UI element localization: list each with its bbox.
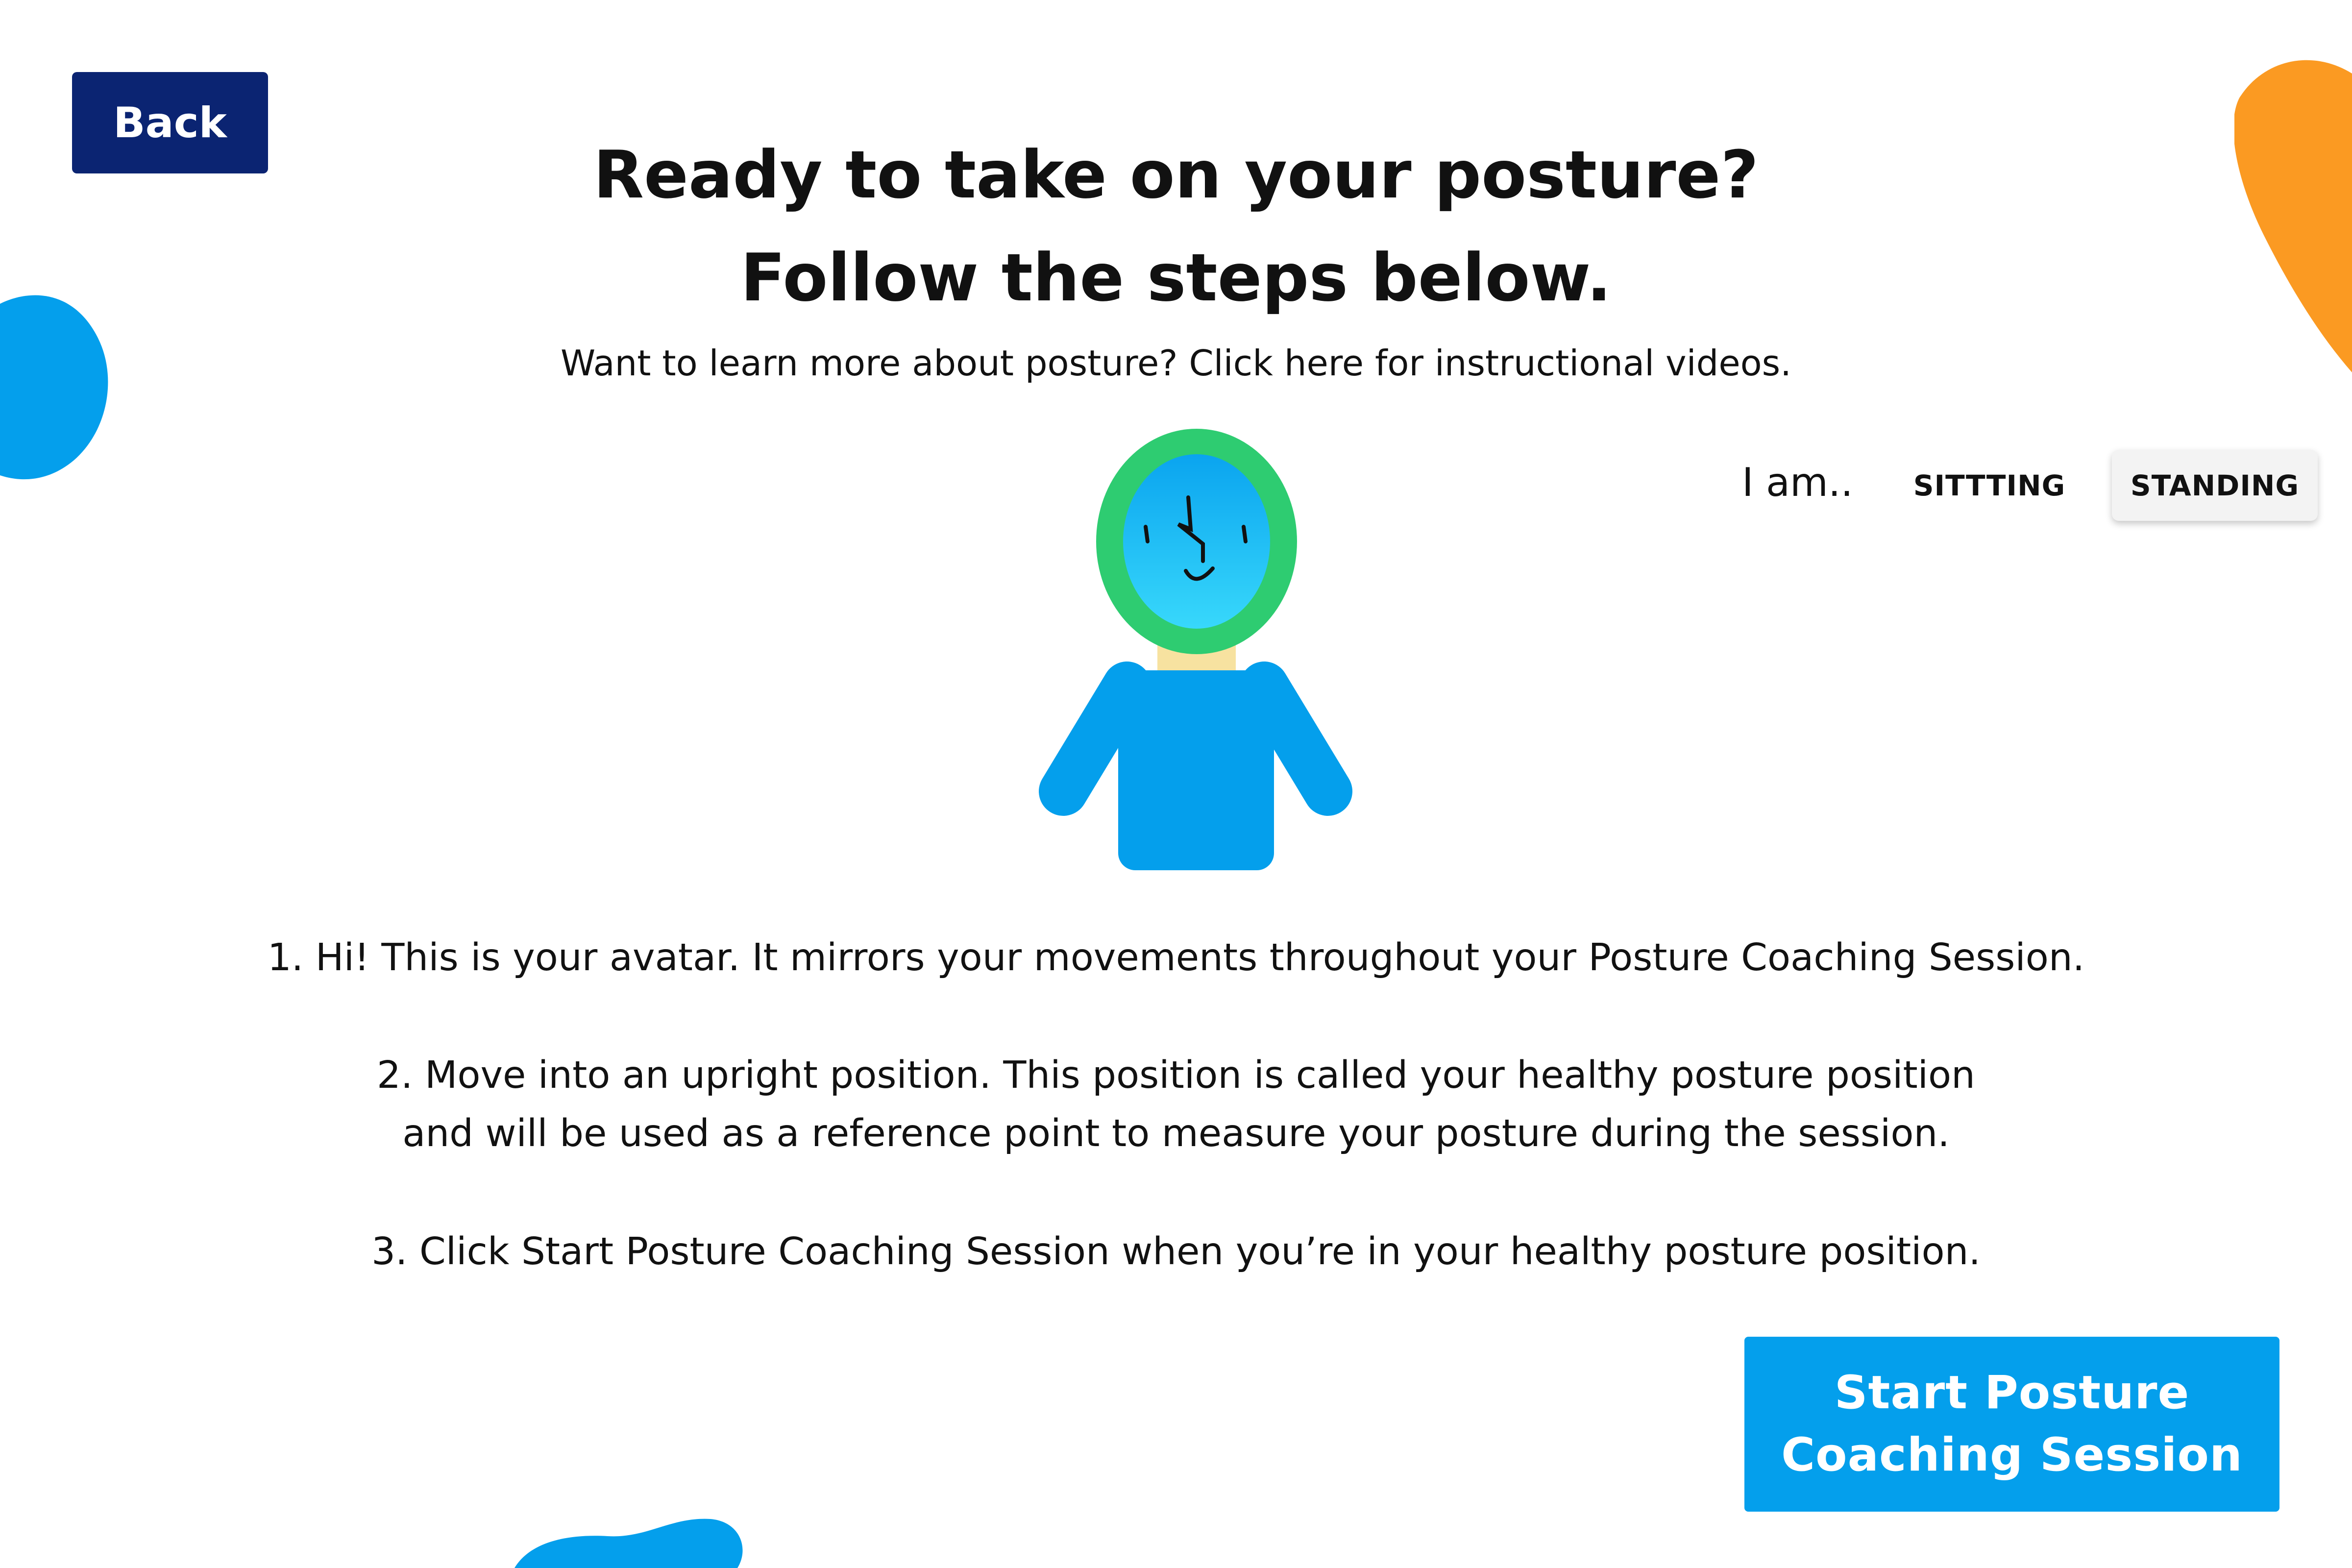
step-2-line-1: 2. Move into an upright position. This p… — [377, 1054, 1975, 1097]
page-title-line-2: Follow the steps below. — [740, 240, 1612, 316]
decorative-blob-left — [0, 295, 108, 480]
page-title-line-1: Ready to take on your posture? — [593, 137, 1759, 213]
start-button-line-1: Start Posture — [1834, 1366, 2190, 1420]
decorative-blob-top-right — [2234, 60, 2352, 372]
step-2-text: 2. Move into an upright position. This p… — [0, 1046, 2352, 1163]
mode-option-sitting[interactable]: SITTTING — [1901, 450, 2078, 521]
step-2-line-2: and will be used as a reference point to… — [402, 1112, 1950, 1156]
step-3-text: 3. Click Start Posture Coaching Session … — [371, 1230, 1981, 1274]
start-button-line-2: Coaching Session — [1781, 1428, 2243, 1482]
mode-option-standing[interactable]: STANDING — [2112, 450, 2318, 521]
instructional-videos-link[interactable]: Want to learn more about posture? Click … — [0, 345, 2352, 381]
decorative-blob-bottom — [514, 1519, 743, 1568]
start-coaching-session-button[interactable]: Start Posture Coaching Session — [1744, 1337, 2279, 1512]
step-1-text: 1. Hi! This is your avatar. It mirrors y… — [267, 936, 2085, 980]
avatar-torso — [1118, 670, 1274, 870]
mode-selector-label: I am.. — [1742, 460, 1853, 505]
avatar-figure-icon — [1039, 429, 1352, 870]
avatar-face — [1123, 454, 1270, 629]
